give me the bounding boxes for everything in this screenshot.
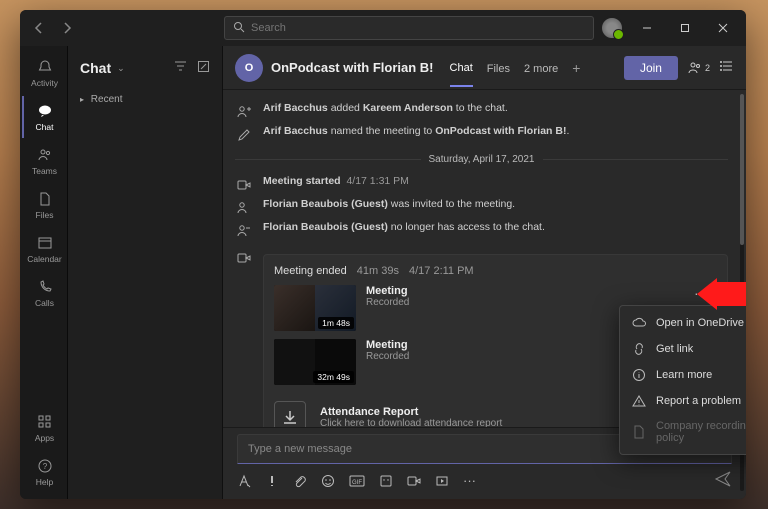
scrollbar-thumb[interactable]	[740, 94, 744, 245]
meeting-started: Meeting started 4/17 1:31 PM	[235, 175, 728, 194]
attach-icon[interactable]	[293, 474, 307, 488]
system-message: Arif Bacchus named the meeting to OnPodc…	[235, 125, 728, 144]
stream-icon[interactable]	[435, 474, 449, 488]
apps-icon	[36, 413, 54, 431]
system-message: Arif Bacchus added Kareem Anderson to th…	[235, 102, 728, 121]
rail-activity[interactable]: Activity	[22, 52, 66, 94]
recording-thumbnail: 1m 48s	[274, 285, 356, 331]
chat-list-panel: Chat ⌄ ▸ Recent	[68, 46, 223, 499]
chat-avatar: O	[235, 54, 263, 82]
list-view-icon[interactable]	[720, 59, 734, 76]
tab-more[interactable]: 2 more	[524, 50, 558, 86]
recording-name: Meeting	[366, 285, 678, 297]
rail-label: Activity	[31, 78, 58, 88]
rail-teams[interactable]: Teams	[22, 140, 66, 182]
rail-apps[interactable]: Apps	[22, 407, 66, 449]
nav-back-button[interactable]	[28, 17, 50, 39]
video-icon	[235, 176, 253, 194]
more-actions-icon[interactable]: ···	[463, 473, 476, 488]
download-icon	[274, 401, 306, 427]
svg-text:?: ?	[42, 462, 47, 471]
minimize-button[interactable]	[632, 14, 662, 42]
document-icon	[632, 425, 646, 439]
search-box[interactable]	[224, 16, 594, 40]
nav-forward-button[interactable]	[56, 17, 78, 39]
search-icon	[233, 21, 245, 36]
maximize-button[interactable]	[670, 14, 700, 42]
tab-files[interactable]: Files	[487, 50, 510, 86]
panel-title: Chat	[80, 60, 111, 76]
format-icon[interactable]	[237, 474, 251, 488]
rail-label: Files	[36, 210, 54, 220]
meeting-duration: 41m 39s	[357, 265, 399, 277]
rail-label: Chat	[36, 122, 54, 132]
compose-icon[interactable]	[197, 60, 210, 76]
warning-icon	[632, 394, 646, 408]
search-input[interactable]	[251, 22, 585, 34]
link-icon	[632, 342, 646, 356]
person-add-icon	[235, 103, 253, 121]
phone-icon	[36, 278, 54, 296]
rail-label: Help	[36, 477, 53, 487]
rail-calls[interactable]: Calls	[22, 272, 66, 314]
sticker-icon[interactable]	[379, 474, 393, 488]
bell-icon	[36, 58, 54, 76]
context-menu: Open in OneDrive Get link Learn more Rep…	[619, 305, 746, 455]
system-message: Florian Beaubois (Guest) was invited to …	[235, 198, 728, 217]
people-icon	[688, 61, 702, 75]
system-message: Florian Beaubois (Guest) no longer has a…	[235, 221, 728, 240]
attendance-title: Attendance Report	[320, 406, 502, 418]
rail-chat[interactable]: Chat	[22, 96, 66, 138]
meeting-time: 4/17 2:11 PM	[409, 265, 474, 277]
calendar-icon	[36, 234, 54, 252]
cloud-icon	[632, 316, 646, 330]
ctx-get-link[interactable]: Get link	[620, 336, 746, 362]
chat-title: OnPodcast with Florian B!	[271, 60, 434, 75]
join-button[interactable]: Join	[624, 56, 678, 80]
file-icon	[36, 190, 54, 208]
rail-label: Calls	[35, 298, 54, 308]
person-remove-icon	[235, 222, 253, 240]
meeting-ended-label: Meeting ended	[274, 265, 347, 277]
emoji-icon[interactable]	[321, 474, 335, 488]
person-add-icon	[235, 199, 253, 217]
video-icon	[235, 249, 253, 267]
chevron-right-icon: ▸	[80, 95, 84, 104]
add-tab-button[interactable]: +	[572, 60, 580, 76]
ctx-learn-more[interactable]: Learn more	[620, 362, 746, 388]
info-icon	[632, 368, 646, 382]
people-icon	[36, 146, 54, 164]
duration-badge: 32m 49s	[313, 371, 354, 383]
attendance-sub: Click here to download attendance report	[320, 418, 502, 428]
annotation-arrow	[697, 278, 746, 313]
profile-avatar[interactable]	[600, 16, 624, 40]
recording-thumbnail: 32m 49s	[274, 339, 356, 385]
date-separator: Saturday, April 17, 2021	[235, 154, 728, 165]
filter-icon[interactable]	[174, 60, 187, 76]
ctx-policy: Company recording policy	[620, 414, 746, 450]
help-icon: ?	[36, 457, 54, 475]
recent-header[interactable]: ▸ Recent	[68, 90, 222, 109]
rail-label: Apps	[35, 433, 54, 443]
people-count[interactable]: 2	[688, 61, 710, 75]
pencil-icon	[235, 126, 253, 144]
rail-calendar[interactable]: Calendar	[22, 228, 66, 270]
duration-badge: 1m 48s	[318, 317, 354, 329]
svg-text:GIF: GIF	[352, 480, 362, 486]
rail-label: Teams	[32, 166, 57, 176]
send-button[interactable]	[714, 470, 732, 491]
gif-icon[interactable]: GIF	[349, 474, 365, 488]
chevron-down-icon[interactable]: ⌄	[117, 63, 125, 74]
priority-icon[interactable]	[265, 474, 279, 488]
app-rail: Activity Chat Teams Files Calendar Calls	[20, 46, 68, 499]
close-button[interactable]	[708, 14, 738, 42]
rail-files[interactable]: Files	[22, 184, 66, 226]
meet-now-icon[interactable]	[407, 474, 421, 488]
chat-icon	[36, 102, 54, 120]
ctx-report-problem[interactable]: Report a problem	[620, 388, 746, 414]
tab-chat[interactable]: Chat	[450, 49, 473, 87]
rail-help[interactable]: ? Help	[22, 451, 66, 493]
rail-label: Calendar	[27, 254, 62, 264]
ctx-open-onedrive[interactable]: Open in OneDrive	[620, 310, 746, 336]
